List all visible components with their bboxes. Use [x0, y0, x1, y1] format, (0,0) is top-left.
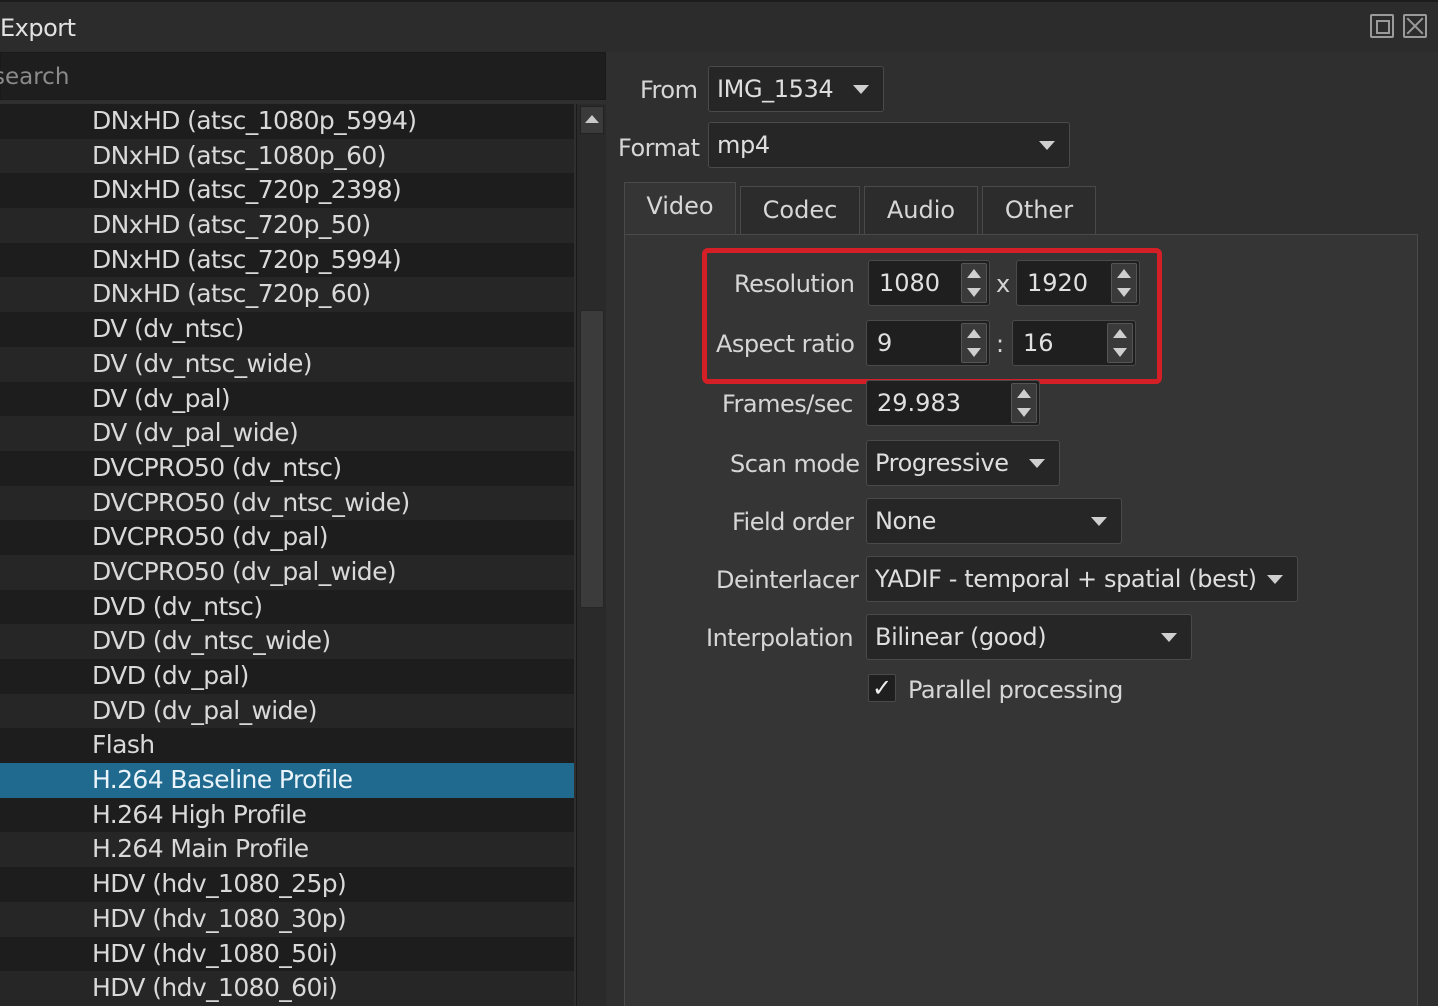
- preset-list-item[interactable]: H.264 Main Profile: [0, 832, 574, 868]
- checkmark-icon: ✓: [871, 674, 893, 702]
- preset-list-item[interactable]: DV (dv_pal): [0, 381, 574, 417]
- resolution-highlight-box: [702, 248, 1162, 384]
- parallel-processing-checkbox[interactable]: ✓: [868, 674, 896, 702]
- preset-list-item[interactable]: DVD (dv_ntsc_wide): [0, 624, 574, 659]
- preset-list-item[interactable]: DVD (dv_ntsc): [0, 589, 574, 625]
- preset-list-item[interactable]: HDV (hdv_1080_25p): [0, 867, 574, 902]
- preset-list-item[interactable]: DVD (dv_pal): [0, 659, 574, 694]
- scroll-thumb[interactable]: [580, 310, 604, 608]
- format-label: Format: [618, 134, 700, 162]
- preset-list-item[interactable]: DV (dv_ntsc): [0, 312, 574, 347]
- search-box: [0, 52, 606, 100]
- preset-list-item[interactable]: DVCPRO50 (dv_pal): [0, 520, 574, 555]
- fps-label: Frames/sec: [722, 390, 853, 418]
- preset-list-item[interactable]: DVCPRO50 (dv_ntsc_wide): [0, 485, 574, 521]
- preset-list-item[interactable]: HDV (hdv_1080_50i): [0, 936, 574, 972]
- preset-list-item[interactable]: DNxHD (atsc_720p_60): [0, 277, 574, 313]
- format-dropdown[interactable]: mp4: [708, 122, 1070, 168]
- field-order-value: None: [875, 507, 937, 535]
- close-icon[interactable]: [1403, 14, 1427, 38]
- preset-list-item[interactable]: HDV (hdv_1080_60i): [0, 971, 574, 1006]
- dropdown-arrow-icon: [1267, 575, 1283, 584]
- preset-list-item[interactable]: H.264 Baseline Profile: [0, 763, 574, 798]
- dropdown-arrow-icon: [853, 85, 869, 94]
- scan-mode-label: Scan mode: [730, 450, 860, 478]
- preset-list-item[interactable]: DVCPRO50 (dv_pal_wide): [0, 554, 574, 590]
- preset-list-item[interactable]: DNxHD (atsc_720p_2398): [0, 173, 574, 209]
- dropdown-arrow-icon: [1161, 633, 1177, 642]
- scan-mode-value: Progressive: [875, 449, 1009, 477]
- preset-list: DNxHD (atsc_1080p_5994) DNxHD (atsc_1080p…: [0, 104, 574, 1006]
- from-label: From: [640, 76, 698, 104]
- window-title: Export: [0, 14, 76, 42]
- tab-other[interactable]: Other: [982, 186, 1096, 234]
- preset-list-item[interactable]: DNxHD (atsc_720p_5994): [0, 242, 574, 278]
- interpolation-dropdown[interactable]: Bilinear (good): [866, 614, 1192, 660]
- dropdown-arrow-icon: [1091, 517, 1107, 526]
- preset-list-item[interactable]: DV (dv_ntsc_wide): [0, 346, 574, 382]
- deinterlacer-label: Deinterlacer: [716, 566, 859, 594]
- field-order-dropdown[interactable]: None: [866, 498, 1122, 544]
- preset-list-item[interactable]: DV (dv_pal_wide): [0, 416, 574, 451]
- preset-list-item[interactable]: DNxHD (atsc_1080p_60): [0, 138, 574, 174]
- dropdown-arrow-icon: [1029, 459, 1045, 468]
- float-window-icon[interactable]: [1370, 14, 1394, 38]
- tab-video[interactable]: Video: [624, 182, 736, 234]
- field-order-label: Field order: [732, 508, 854, 536]
- deinterlacer-dropdown[interactable]: YADIF - temporal + spatial (best): [866, 556, 1298, 602]
- preset-list-item[interactable]: DNxHD (atsc_1080p_5994): [0, 104, 574, 139]
- search-input[interactable]: [0, 61, 573, 93]
- format-value: mp4: [717, 131, 770, 159]
- preset-list-item[interactable]: Flash: [0, 728, 574, 764]
- preset-list-item[interactable]: DVD (dv_pal_wide): [0, 693, 574, 729]
- preset-list-item[interactable]: DVCPRO50 (dv_ntsc): [0, 450, 574, 486]
- spin-arrows-icon[interactable]: [1011, 383, 1037, 423]
- from-value: IMG_1534: [717, 75, 834, 103]
- deinterlacer-value: YADIF - temporal + spatial (best): [875, 565, 1257, 593]
- preset-list-item[interactable]: HDV (hdv_1080_30p): [0, 901, 574, 937]
- preset-list-item[interactable]: DNxHD (atsc_720p_50): [0, 208, 574, 243]
- tab-audio[interactable]: Audio: [864, 186, 978, 234]
- preset-list-scrollbar[interactable]: [576, 104, 606, 1006]
- dropdown-arrow-icon: [1039, 141, 1055, 150]
- preset-list-item[interactable]: H.264 High Profile: [0, 797, 574, 833]
- scan-mode-dropdown[interactable]: Progressive: [866, 440, 1060, 486]
- fps-spinbox[interactable]: 29.983: [866, 380, 1040, 426]
- parallel-processing-label[interactable]: Parallel processing: [908, 676, 1123, 704]
- interpolation-value: Bilinear (good): [875, 623, 1047, 651]
- title-bar: Export: [0, 0, 1438, 52]
- from-dropdown[interactable]: IMG_1534: [708, 66, 884, 112]
- scroll-up-arrow-icon[interactable]: [580, 106, 604, 134]
- fps-value: 29.983: [877, 389, 961, 417]
- tab-codec[interactable]: Codec: [740, 186, 860, 234]
- interpolation-label: Interpolation: [706, 624, 854, 652]
